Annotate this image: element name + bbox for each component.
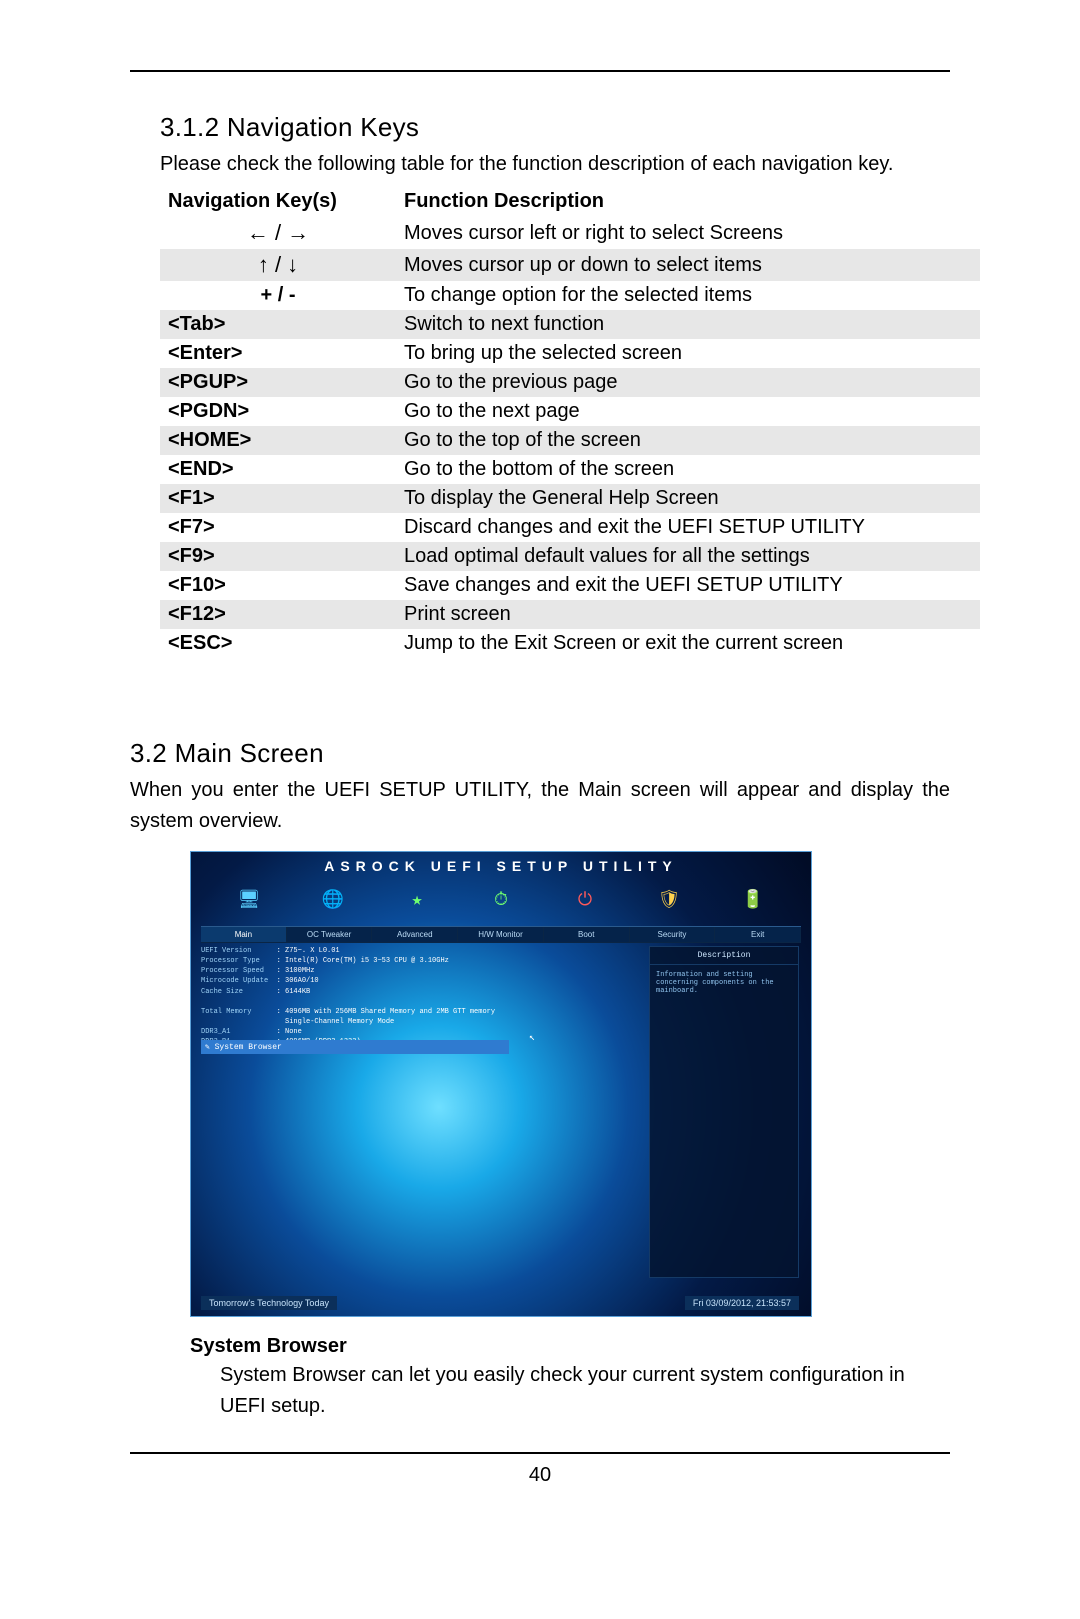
- system-browser-heading: System Browser: [190, 1335, 950, 1358]
- uefi-info-line: [201, 997, 641, 1007]
- nav-desc-cell: Go to the bottom of the screen: [396, 455, 980, 484]
- advanced-icon: ★: [399, 882, 435, 918]
- uefi-footer-tagline: Tomorrow's Technology Today: [201, 1296, 337, 1310]
- uefi-info-line: Microcode Update : 306A0/10: [201, 976, 641, 986]
- table-row: + / -To change option for the selected i…: [160, 281, 980, 310]
- nav-key-cell: <F12>: [160, 600, 396, 629]
- table-row: <Enter>To bring up the selected screen: [160, 339, 980, 368]
- system-browser-body: System Browser can let you easily check …: [220, 1360, 950, 1422]
- nav-key-cell: <END>: [160, 455, 396, 484]
- table-row: <F12>Print screen: [160, 600, 980, 629]
- uefi-tab-boot: Boot: [544, 927, 630, 942]
- nav-desc-cell: Save changes and exit the UEFI SETUP UTI…: [396, 571, 980, 600]
- nav-desc-cell: To change option for the selected items: [396, 281, 980, 310]
- uefi-screenshot: ASROCK UEFI SETUP UTILITY 🖥 🌐 ★ ⏱ ⏻ 🛡 🔋 …: [190, 851, 950, 1317]
- nav-desc-cell: Go to the top of the screen: [396, 426, 980, 455]
- uefi-info-line: Single-Channel Memory Mode: [201, 1017, 641, 1027]
- uefi-info-line: Processor Speed : 3100MHz: [201, 966, 641, 976]
- th-desc: Function Description: [396, 186, 980, 217]
- table-row: <HOME>Go to the top of the screen: [160, 426, 980, 455]
- nav-desc-cell: To display the General Help Screen: [396, 484, 980, 513]
- uefi-info-line: UEFI Version : Z75~. X L0.01: [201, 946, 641, 956]
- table-row: <F7>Discard changes and exit the UEFI SE…: [160, 513, 980, 542]
- manual-page: 3.1.2 Navigation Keys Please check the f…: [0, 0, 1080, 1619]
- table-row: <Tab>Switch to next function: [160, 310, 980, 339]
- uefi-icon-row: 🖥 🌐 ★ ⏱ ⏻ 🛡 🔋: [231, 882, 771, 918]
- oc-tweaker-icon: 🌐: [315, 882, 351, 918]
- nav-desc-cell: Go to the previous page: [396, 368, 980, 397]
- nav-desc-cell: Discard changes and exit the UEFI SETUP …: [396, 513, 980, 542]
- nav-desc-cell: Go to the next page: [396, 397, 980, 426]
- nav-desc-cell: Load optimal default values for all the …: [396, 542, 980, 571]
- boot-icon: ⏻: [567, 882, 603, 918]
- uefi-info-panel: UEFI Version : Z75~. X L0.01Processor Ty…: [201, 946, 641, 1047]
- nav-key-cell: <Tab>: [160, 310, 396, 339]
- uefi-system-browser-row: ✎ System Browser: [201, 1040, 509, 1054]
- bottom-rule: [130, 1452, 950, 1454]
- nav-key-cell: <Enter>: [160, 339, 396, 368]
- main-icon: 🖥: [231, 882, 267, 918]
- intro-3-1-2: Please check the following table for the…: [160, 149, 950, 180]
- nav-key-cell: <F10>: [160, 571, 396, 600]
- nav-desc-cell: Moves cursor up or down to select items: [396, 249, 980, 281]
- uefi-tab-oc-tweaker: OC Tweaker: [287, 927, 373, 942]
- cursor-icon: ↖: [529, 1032, 535, 1044]
- hw-monitor-icon: ⏱: [483, 882, 519, 918]
- uefi-tab-security: Security: [630, 927, 716, 942]
- nav-key-cell: + / -: [160, 281, 396, 310]
- exit-icon: 🔋: [735, 882, 771, 918]
- nav-key-cell: <HOME>: [160, 426, 396, 455]
- page-number: 40: [130, 1464, 950, 1487]
- table-row: <PGDN>Go to the next page: [160, 397, 980, 426]
- table-row: <PGUP>Go to the previous page: [160, 368, 980, 397]
- uefi-side-title: Description: [650, 947, 798, 965]
- uefi-tab-h-w-monitor: H/W Monitor: [458, 927, 544, 942]
- uefi-title: ASROCK UEFI SETUP UTILITY: [191, 858, 811, 874]
- nav-key-cell: ↑ / ↓: [160, 249, 396, 281]
- nav-key-cell: ← / →: [160, 217, 396, 249]
- table-row: ← / →Moves cursor left or right to selec…: [160, 217, 980, 249]
- nav-desc-cell: To bring up the selected screen: [396, 339, 980, 368]
- nav-key-cell: <F7>: [160, 513, 396, 542]
- heading-3-2: 3.2 Main Screen: [130, 738, 950, 769]
- nav-key-cell: <F9>: [160, 542, 396, 571]
- nav-desc-cell: Jump to the Exit Screen or exit the curr…: [396, 629, 980, 658]
- nav-desc-cell: Print screen: [396, 600, 980, 629]
- uefi-info-line: Cache Size : 6144KB: [201, 987, 641, 997]
- nav-key-cell: <PGDN>: [160, 397, 396, 426]
- nav-key-cell: <ESC>: [160, 629, 396, 658]
- table-row: <F1>To display the General Help Screen: [160, 484, 980, 513]
- table-row: <F10>Save changes and exit the UEFI SETU…: [160, 571, 980, 600]
- uefi-tab-exit: Exit: [715, 927, 801, 942]
- nav-key-cell: <PGUP>: [160, 368, 396, 397]
- uefi-description-panel: Description Information and setting conc…: [649, 946, 799, 1278]
- uefi-footer-datetime: Fri 03/09/2012, 21:53:57: [685, 1296, 799, 1310]
- top-rule: [130, 70, 950, 72]
- uefi-tab-main: Main: [201, 927, 287, 942]
- nav-desc-cell: Switch to next function: [396, 310, 980, 339]
- table-row: <END>Go to the bottom of the screen: [160, 455, 980, 484]
- uefi-tab-bar: MainOC TweakerAdvancedH/W MonitorBootSec…: [201, 926, 801, 943]
- intro-3-2: When you enter the UEFI SETUP UTILITY, t…: [130, 775, 950, 837]
- nav-key-cell: <F1>: [160, 484, 396, 513]
- uefi-side-body: Information and setting concerning compo…: [650, 965, 798, 1001]
- table-row: ↑ / ↓Moves cursor up or down to select i…: [160, 249, 980, 281]
- uefi-info-line: Total Memory : 4096MB with 256MB Shared …: [201, 1007, 641, 1017]
- uefi-info-line: Processor Type : Intel(R) Core(TM) i5 3~…: [201, 956, 641, 966]
- navigation-keys-table: Navigation Key(s) Function Description ←…: [160, 186, 980, 658]
- uefi-tab-advanced: Advanced: [372, 927, 458, 942]
- table-row: <ESC>Jump to the Exit Screen or exit the…: [160, 629, 980, 658]
- uefi-info-line: DDR3_A1 : None: [201, 1027, 641, 1037]
- th-keys: Navigation Key(s): [160, 186, 396, 217]
- heading-3-1-2: 3.1.2 Navigation Keys: [160, 112, 950, 143]
- nav-desc-cell: Moves cursor left or right to select Scr…: [396, 217, 980, 249]
- table-row: <F9>Load optimal default values for all …: [160, 542, 980, 571]
- security-icon: 🛡: [651, 882, 687, 918]
